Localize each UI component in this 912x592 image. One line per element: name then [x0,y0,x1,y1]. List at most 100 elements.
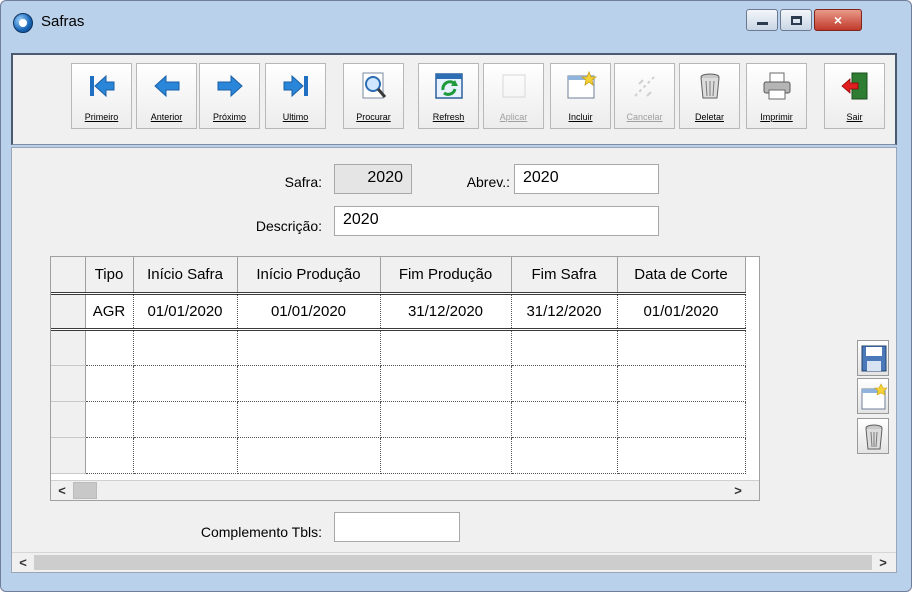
cell-tipo[interactable] [85,329,134,366]
apply-button[interactable]: Aplicar [483,63,544,129]
row-indicator[interactable] [51,401,86,438]
cell-inicio-producao[interactable] [237,365,381,402]
safra-label: Safra: [284,174,322,190]
minimize-icon [756,21,768,25]
title-bar[interactable]: Safras × [1,1,911,43]
row-indicator[interactable] [51,329,86,366]
cell-tipo[interactable] [85,401,134,438]
page-scroll-thumb[interactable] [34,555,872,570]
column-header-tipo[interactable]: Tipo [85,257,134,295]
column-header-fim-producao[interactable]: Fim Produção [380,257,512,295]
complemento-label: Complemento Tbls: [200,524,322,540]
abrev-label: Abrev.: [466,174,510,190]
page-scroll-right-button[interactable]: > [874,553,892,572]
close-button[interactable]: × [814,9,862,31]
complemento-field[interactable] [334,512,460,542]
cell-data-corte[interactable]: 01/01/2020 [617,293,746,331]
search-button-label: Procurar [356,112,391,122]
cell-tipo[interactable]: AGR [85,293,134,331]
cell-inicio-safra[interactable]: 01/01/2020 [133,293,238,331]
cell-fim-safra[interactable] [511,437,618,474]
cell-inicio-producao[interactable] [237,401,381,438]
page-horizontal-scrollbar[interactable]: < > [12,552,896,572]
cell-inicio-safra[interactable] [133,365,238,402]
row-indicator[interactable] [51,293,86,331]
cell-inicio-safra[interactable] [133,437,238,474]
cell-data-corte[interactable] [617,365,746,402]
cancel-button[interactable]: Cancelar [614,63,675,129]
cell-tipo[interactable] [85,365,134,402]
minimize-button[interactable] [746,9,778,31]
printer-icon [763,72,791,100]
grid-scroll-right-button[interactable]: > [729,481,747,500]
cell-fim-safra[interactable] [511,401,618,438]
include-button-label: Incluir [568,112,593,122]
exit-button[interactable]: Sair [824,63,885,129]
descricao-field[interactable]: 2020 [334,206,659,236]
app-window: Safras × Primeiro Anterior Próximo Ultim… [0,0,912,592]
safra-field[interactable]: 2020 [334,164,412,194]
column-header-inicio-safra[interactable]: Início Safra [133,257,238,295]
side-save-button[interactable] [857,340,889,376]
cell-fim-producao[interactable] [380,437,512,474]
cell-inicio-producao[interactable]: 01/01/2020 [237,293,381,331]
grid-scroll-left-button[interactable]: < [53,481,71,500]
include-button[interactable]: Incluir [550,63,611,129]
cell-inicio-producao[interactable] [237,437,381,474]
delete-button[interactable]: Deletar [679,63,740,129]
cell-inicio-safra[interactable] [133,401,238,438]
table-row[interactable] [51,437,746,474]
search-button[interactable]: Procurar [343,63,404,129]
grid-header-row: Tipo Início Safra Início Produção Fim Pr… [51,257,746,295]
table-row[interactable] [51,401,746,438]
previous-record-icon [154,74,180,98]
apply-button-label: Aplicar [499,112,528,122]
next-record-icon [217,74,243,98]
trash-icon [865,424,883,450]
last-button[interactable]: Ultimo [265,63,326,129]
first-button[interactable]: Primeiro [71,63,132,129]
refresh-icon [435,73,463,99]
table-row[interactable] [51,365,746,402]
column-header-data-corte[interactable]: Data de Corte [617,257,746,295]
row-indicator[interactable] [51,365,86,402]
delete-button-label: Deletar [694,112,724,122]
abrev-field[interactable]: 2020 [514,164,659,194]
row-indicator-header [51,257,86,295]
previous-button-label: Anterior [150,112,183,122]
cell-data-corte[interactable] [617,329,746,366]
apply-icon [502,74,526,98]
table-row[interactable] [51,329,746,366]
window-title: Safras [41,13,85,30]
print-button[interactable]: Imprimir [746,63,807,129]
cell-inicio-safra[interactable] [133,329,238,366]
page-scroll-left-button[interactable]: < [14,553,32,572]
column-header-fim-safra[interactable]: Fim Safra [511,257,618,295]
cell-fim-producao[interactable] [380,401,512,438]
form-panel: Safra: 2020 Abrev.: 2020 Descrição: 2020… [11,147,897,573]
side-new-button[interactable] [857,378,889,414]
cell-data-corte[interactable] [617,401,746,438]
next-button[interactable]: Próximo [199,63,260,129]
maximize-icon [790,15,802,25]
table-row[interactable]: AGR 01/01/2020 01/01/2020 31/12/2020 31/… [51,293,746,331]
grid-scroll-thumb[interactable] [73,482,97,499]
cell-fim-safra[interactable]: 31/12/2020 [511,293,618,331]
app-logo-icon [13,13,33,33]
maximize-button[interactable] [780,9,812,31]
cell-inicio-producao[interactable] [237,329,381,366]
previous-button[interactable]: Anterior [136,63,197,129]
grid-horizontal-scrollbar[interactable]: < > [51,480,759,500]
side-delete-button[interactable] [857,418,889,454]
cell-fim-producao[interactable] [380,365,512,402]
cell-fim-producao[interactable]: 31/12/2020 [380,293,512,331]
cell-fim-safra[interactable] [511,329,618,366]
row-indicator[interactable] [51,437,86,474]
cell-tipo[interactable] [85,437,134,474]
cell-data-corte[interactable] [617,437,746,474]
safras-grid[interactable]: Tipo Início Safra Início Produção Fim Pr… [50,256,760,501]
column-header-inicio-producao[interactable]: Início Produção [237,257,381,295]
refresh-button[interactable]: Refresh [418,63,479,129]
cell-fim-safra[interactable] [511,365,618,402]
cell-fim-producao[interactable] [380,329,512,366]
